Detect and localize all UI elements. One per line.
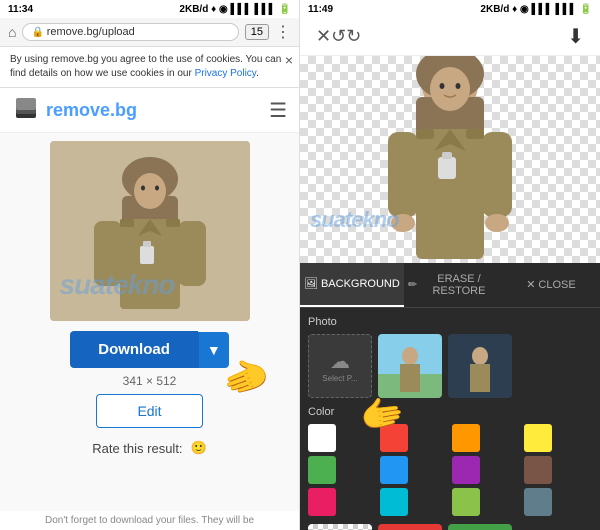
color-section-title: Color [308, 406, 592, 418]
color-swatch-4[interactable] [308, 456, 336, 484]
color-swatch-5[interactable] [380, 456, 408, 484]
address-bar: ⌂ 🔒 remove.bg/upload 15 ⋮ [0, 18, 299, 47]
bottom-tabs: 🖼 BACKGROUND ✏ ERASE / RESTORE ✕ CLOSE [300, 263, 600, 308]
logo-area: remove.bg [12, 96, 137, 124]
tab-close[interactable]: ✕ CLOSE [502, 263, 600, 307]
tab-background[interactable]: 🖼 BACKGROUND [300, 263, 404, 307]
background-panel: Photo ☁ Select P... [300, 308, 600, 530]
image-dimensions: 341 × 512 [123, 374, 177, 388]
undo-icon[interactable]: ↺ [331, 26, 346, 47]
background-tab-icon: 🖼 [304, 277, 318, 290]
color-swatch-0[interactable] [308, 424, 336, 452]
bg-thumb-1[interactable] [378, 334, 442, 398]
icons-right: 2KB/d ♦ ◉ ▌▌▌ ▌▌▌ 🔋 [480, 4, 592, 15]
edit-button[interactable]: Edit [96, 394, 202, 428]
preview-image: suatekno [50, 141, 250, 321]
footer-text: Don't forget to download your files. The… [0, 511, 299, 530]
color-swatch-7[interactable] [524, 456, 552, 484]
url-bar[interactable]: 🔒 remove.bg/upload [22, 23, 238, 41]
download-dropdown-button[interactable]: ▼ [198, 332, 229, 368]
rate-section: Rate this result: 🙂 [92, 434, 207, 462]
time-right: 11:49 [308, 4, 333, 15]
color-swatch-6[interactable] [452, 456, 480, 484]
download-section: Download ▼ 341 × 512 Edit Rate this resu… [12, 321, 287, 472]
bg-thumb-checkered[interactable] [308, 524, 372, 530]
close-right-icon[interactable]: ✕ [316, 26, 331, 47]
close-cookie-button[interactable]: × [285, 51, 293, 71]
status-bar-left: 11:34 2KB/d ♦ ◉ ▌▌▌ ▌▌▌ 🔋 [0, 0, 299, 18]
photo-upload-box[interactable]: ☁ Select P... [308, 334, 372, 398]
upload-text: Select P... [322, 374, 357, 383]
rate-emoji[interactable]: 🙂 [191, 440, 207, 456]
color-swatch-11[interactable] [524, 488, 552, 516]
tab-erase-restore[interactable]: ✏ ERASE / RESTORE [404, 263, 502, 307]
left-panel: 11:34 2KB/d ♦ ◉ ▌▌▌ ▌▌▌ 🔋 ⌂ 🔒 remove.bg/… [0, 0, 300, 530]
color-swatch-10[interactable] [452, 488, 480, 516]
privacy-link[interactable]: Privacy Policy [195, 68, 257, 79]
redo-icon[interactable]: ↻ [346, 26, 361, 47]
right-toolbar: ✕ ↺ ↻ ⬇ [300, 18, 600, 56]
bg-thumb-red[interactable] [378, 524, 442, 530]
bg-thumb-2[interactable] [448, 334, 512, 398]
download-right-icon[interactable]: ⬇ [567, 24, 584, 49]
close-tab-icon: ✕ [526, 278, 535, 291]
upload-icon: ☁ [330, 349, 350, 374]
download-button[interactable]: Download [70, 331, 198, 368]
download-button-group: Download ▼ [70, 331, 229, 368]
time-left: 11:34 [8, 4, 33, 15]
erase-tab-icon: ✏ [408, 278, 417, 291]
color-swatch-2[interactable] [452, 424, 480, 452]
result-image-area: suatekno [300, 56, 600, 263]
image-preview-area: suatekno Download ▼ 341 × 512 Edit Rate … [0, 133, 299, 511]
rate-label: Rate this result: [92, 441, 182, 456]
menu-icon[interactable]: ⋮ [275, 22, 291, 42]
icons-left: 2KB/d ♦ ◉ ▌▌▌ ▌▌▌ 🔋 [179, 4, 291, 15]
bg-thumb-green[interactable] [448, 524, 512, 530]
logo-icon [12, 96, 40, 124]
color-swatch-8[interactable] [308, 488, 336, 516]
tab-count[interactable]: 15 [245, 24, 269, 40]
right-panel: 11:49 2KB/d ♦ ◉ ▌▌▌ ▌▌▌ 🔋 ✕ ↺ ↻ ⬇ [300, 0, 600, 530]
hamburger-menu-icon[interactable]: ☰ [269, 98, 287, 123]
photo-section-title: Photo [308, 316, 592, 328]
color-swatch-3[interactable] [524, 424, 552, 452]
color-swatch-1[interactable] [380, 424, 408, 452]
watermark-left: suatekno [60, 269, 175, 301]
home-icon[interactable]: ⌂ [8, 24, 16, 40]
site-header: remove.bg ☰ [0, 88, 299, 133]
lock-icon: 🔒 [31, 27, 46, 38]
color-swatches [308, 424, 592, 516]
cookie-banner: By using remove.bg you agree to the use … [0, 47, 299, 88]
logo-text: remove.bg [46, 100, 137, 121]
status-bar-right: 11:49 2KB/d ♦ ◉ ▌▌▌ ▌▌▌ 🔋 [300, 0, 600, 18]
color-swatch-9[interactable] [380, 488, 408, 516]
watermark-right: suatekno [310, 207, 399, 233]
more-bg-options [308, 524, 592, 530]
photo-options-row: ☁ Select P... [308, 334, 592, 398]
